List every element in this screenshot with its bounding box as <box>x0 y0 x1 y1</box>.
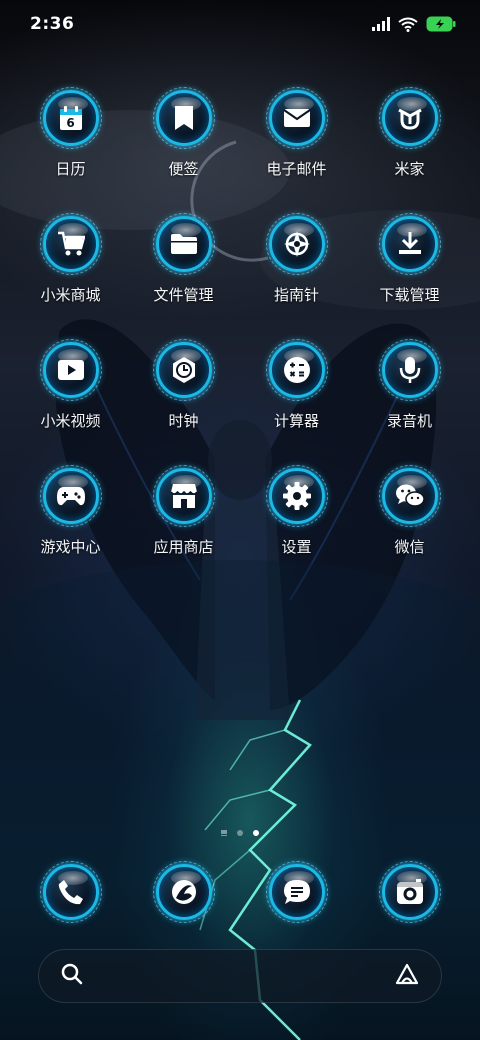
dock <box>0 861 480 924</box>
app-label: 小米商城 <box>40 286 101 304</box>
app-label: 指南针 <box>273 286 319 304</box>
app-email[interactable]: 电子邮件 <box>240 87 353 195</box>
app-app-store[interactable]: 应用商店 <box>127 465 240 573</box>
app-label: 时钟 <box>168 412 199 430</box>
clock-icon <box>170 356 198 384</box>
app-label: 录音机 <box>386 412 432 430</box>
app-mi-video[interactable]: 小米视频 <box>14 339 127 447</box>
dock-browser[interactable] <box>127 861 240 924</box>
search-bar[interactable] <box>38 949 442 1003</box>
status-icons <box>372 16 456 32</box>
app-icon-orb <box>378 87 441 149</box>
compass-icon <box>283 230 311 258</box>
app-icon-orb <box>265 339 328 401</box>
app-label: 设置 <box>281 538 312 556</box>
wifi-icon <box>398 17 418 32</box>
app-calculator[interactable]: 计算器 <box>240 339 353 447</box>
app-game-center[interactable]: 游戏中心 <box>14 465 127 573</box>
app-label: 文件管理 <box>153 286 214 304</box>
app-file-manager[interactable]: 文件管理 <box>127 213 240 321</box>
app-icon-orb <box>265 861 328 923</box>
notes-icon <box>173 105 195 131</box>
dock-phone[interactable] <box>14 861 127 924</box>
app-mi-home[interactable]: 米家 <box>353 87 466 195</box>
app-label: 便签 <box>168 160 199 178</box>
app-label: 应用商店 <box>153 538 214 556</box>
status-bar: 2:36 <box>0 0 480 48</box>
app-icon-orb <box>378 213 441 275</box>
app-recorder[interactable]: 录音机 <box>353 339 466 447</box>
app-label: 计算器 <box>273 412 319 430</box>
app-icon-orb <box>152 213 215 275</box>
app-download-manager[interactable]: 下载管理 <box>353 213 466 321</box>
app-label: 日历 <box>55 160 86 178</box>
app-icon-orb <box>378 861 441 923</box>
app-icon-orb <box>265 87 328 149</box>
app-wechat[interactable]: 微信 <box>353 465 466 573</box>
app-label: 微信 <box>394 538 425 556</box>
gamepad-icon <box>56 485 86 507</box>
app-icon-orb <box>265 465 328 527</box>
app-icon-orb <box>39 213 102 275</box>
app-grid: 6 日历 便签 电子邮件 米家 小米商城 文件管理 指南针 下载管理 小米视频 … <box>0 87 480 573</box>
app-icon-orb <box>152 861 215 923</box>
app-icon-orb <box>39 861 102 923</box>
search-icon[interactable] <box>61 963 83 989</box>
folder-icon <box>170 233 198 255</box>
download-icon <box>397 231 423 257</box>
app-label: 米家 <box>394 160 425 178</box>
app-icon-orb <box>265 213 328 275</box>
calendar-date: 6 <box>66 116 75 130</box>
app-icon-orb <box>378 465 441 527</box>
app-compass[interactable]: 指南针 <box>240 213 353 321</box>
app-clock[interactable]: 时钟 <box>127 339 240 447</box>
assistant-icon[interactable] <box>395 963 419 989</box>
phone-icon <box>58 879 84 905</box>
camera-icon <box>396 879 424 905</box>
app-notes[interactable]: 便签 <box>127 87 240 195</box>
microphone-icon <box>399 356 421 384</box>
messages-icon <box>283 878 311 906</box>
status-time: 2:36 <box>30 14 75 34</box>
gear-icon <box>282 482 311 510</box>
app-icon-orb: 6 <box>39 87 102 149</box>
wechat-icon <box>395 483 425 509</box>
app-icon-orb <box>39 465 102 527</box>
signal-icon <box>372 17 390 31</box>
app-icon-orb <box>152 465 215 527</box>
battery-charging-icon <box>426 16 456 32</box>
app-icon-orb <box>378 339 441 401</box>
shopping-cart-icon <box>57 231 85 257</box>
app-icon-orb <box>152 339 215 401</box>
app-label: 小米视频 <box>40 412 101 430</box>
calculator-icon <box>283 356 311 384</box>
calendar-icon: 6 <box>59 105 83 131</box>
page-dot-active <box>253 830 259 836</box>
app-calendar[interactable]: 6 日历 <box>14 87 127 195</box>
mi-home-icon <box>397 106 423 130</box>
app-icon-orb <box>152 87 215 149</box>
page-indicator[interactable] <box>0 830 480 836</box>
app-label: 游戏中心 <box>40 538 101 556</box>
mail-icon <box>282 108 311 128</box>
dock-camera[interactable] <box>353 861 466 924</box>
browser-icon <box>170 878 198 906</box>
app-label: 电子邮件 <box>266 160 327 178</box>
store-icon <box>169 483 198 509</box>
app-label: 下载管理 <box>379 286 440 304</box>
page-indicator-list-icon <box>221 830 227 836</box>
video-play-icon <box>57 359 85 381</box>
app-settings[interactable]: 设置 <box>240 465 353 573</box>
page-dot <box>237 830 243 836</box>
app-icon-orb <box>39 339 102 401</box>
dock-messages[interactable] <box>240 861 353 924</box>
app-mi-store[interactable]: 小米商城 <box>14 213 127 321</box>
